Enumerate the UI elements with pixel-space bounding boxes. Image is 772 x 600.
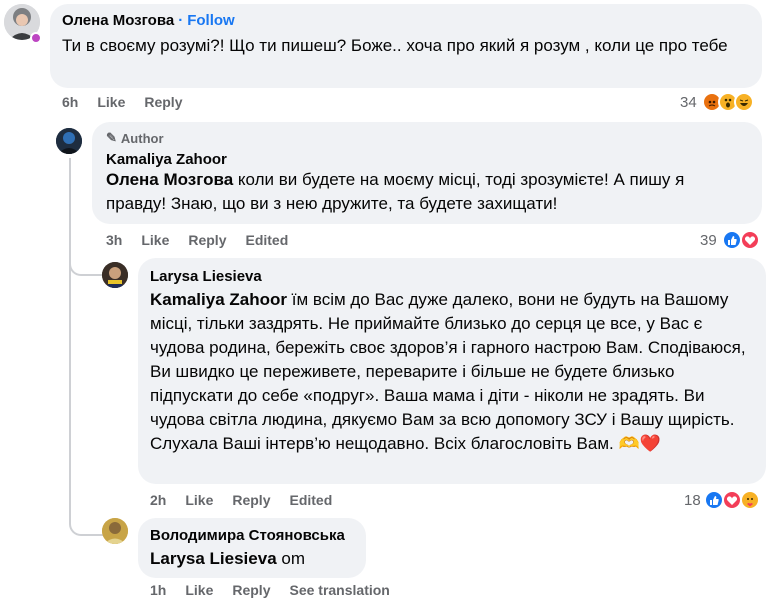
comment-time[interactable]: 2h xyxy=(150,492,166,508)
author-badge: ✎ Author xyxy=(106,130,164,146)
comment-text: Ти в своєму розумі?! Що ти пишеш? Боже..… xyxy=(62,36,728,55)
comment-bubble: ✎ Author Kamaliya Zahoor Олена Мозгова к… xyxy=(92,122,762,224)
reactions-count[interactable]: 18 xyxy=(684,492,701,509)
care-reaction-icon xyxy=(740,490,760,510)
mention-link[interactable]: Kamaliya Zahoor xyxy=(150,290,287,309)
reactions-count[interactable]: 39 xyxy=(700,232,717,249)
pen-icon: ✎ xyxy=(106,130,117,145)
comment-author[interactable]: Володимира Стояновська xyxy=(150,527,345,544)
comment-text: Олена Мозгова коли ви будете на моєму мі… xyxy=(106,170,685,213)
reply-button[interactable]: Reply xyxy=(144,94,182,110)
comment-time[interactable]: 3h xyxy=(106,232,122,248)
see-translation-link[interactable]: See translation xyxy=(289,582,389,598)
thread-line xyxy=(69,158,71,458)
user-photo-icon xyxy=(56,128,82,154)
haha-reaction-icon xyxy=(734,92,754,112)
avatar[interactable] xyxy=(102,518,128,544)
avatar[interactable] xyxy=(102,262,128,288)
comment-time[interactable]: 6h xyxy=(62,94,78,110)
heart-hands-emoji: 🫶❤️ xyxy=(618,434,661,453)
like-button[interactable]: Like xyxy=(185,492,213,508)
comment-actions: 6h Like Reply xyxy=(62,94,182,110)
comment-author[interactable]: Kamaliya Zahoor xyxy=(106,151,227,168)
mention-link[interactable]: Larysa Liesieva xyxy=(150,549,277,568)
online-badge xyxy=(30,32,42,44)
reactions-count[interactable]: 34 xyxy=(680,94,697,111)
comment-text: Kamaliya Zahoor їм всім до Вас дуже дале… xyxy=(150,290,746,453)
comment-time[interactable]: 1h xyxy=(150,582,166,598)
like-reaction-icon xyxy=(722,230,742,250)
love-reaction-icon xyxy=(722,490,742,510)
love-reaction-icon xyxy=(740,230,760,250)
like-button[interactable]: Like xyxy=(141,232,169,248)
user-photo-icon xyxy=(102,262,128,288)
user-photo-icon xyxy=(102,518,128,544)
follow-link[interactable]: Follow xyxy=(187,12,235,29)
comment-text: Larysa Liesieva om xyxy=(150,549,305,568)
like-button[interactable]: Like xyxy=(97,94,125,110)
comment-bubble: Олена Мозгова · Follow Ти в своєму розум… xyxy=(50,4,762,88)
edited-label: Edited xyxy=(245,232,289,248)
comment-author[interactable]: Олена Мозгова xyxy=(62,12,174,29)
comment-actions: 1h Like Reply See translation xyxy=(150,582,390,598)
edited-label: Edited xyxy=(289,492,333,508)
comment-bubble: Larysa Liesieva Kamaliya Zahoor їм всім … xyxy=(138,258,766,484)
comment-actions: 3h Like Reply Edited xyxy=(106,232,288,248)
comment-bubble: Володимира Стояновська Larysa Liesieva o… xyxy=(138,518,366,578)
like-button[interactable]: Like xyxy=(185,582,213,598)
reply-button[interactable]: Reply xyxy=(188,232,226,248)
comment-author[interactable]: Larysa Liesieva xyxy=(150,268,262,285)
avatar[interactable] xyxy=(56,128,82,154)
comment-actions: 2h Like Reply Edited xyxy=(150,492,332,508)
reply-button[interactable]: Reply xyxy=(232,582,270,598)
mention-link[interactable]: Олена Мозгова xyxy=(106,170,233,189)
like-reaction-icon xyxy=(704,490,724,510)
reply-button[interactable]: Reply xyxy=(232,492,270,508)
